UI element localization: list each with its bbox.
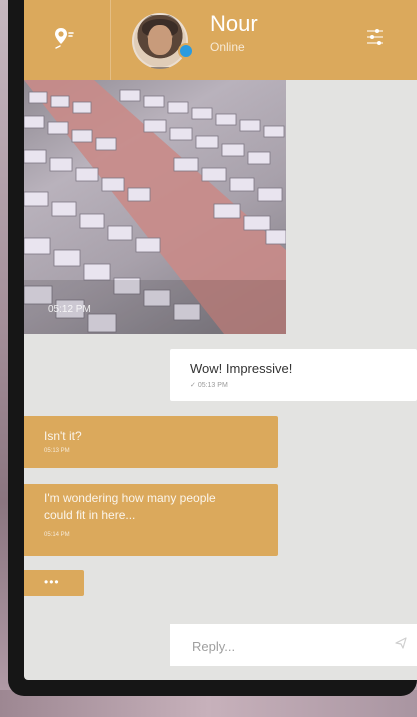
- location-button[interactable]: [42, 18, 86, 62]
- incoming-message[interactable]: I'm wondering how many people could fit …: [24, 484, 278, 556]
- send-icon: [394, 636, 408, 655]
- typing-dots: •••: [44, 575, 60, 589]
- send-button[interactable]: [392, 636, 410, 654]
- chat-header: Nour Online: [24, 0, 417, 80]
- typing-indicator: •••: [24, 570, 84, 596]
- online-status-dot: [178, 43, 194, 59]
- message-text: Isn't it?: [44, 429, 82, 443]
- outgoing-message[interactable]: Wow! Impressive! ✓ 05:13 PM: [170, 349, 417, 401]
- reply-composer: [170, 624, 417, 666]
- header-divider: [110, 0, 111, 80]
- image-message[interactable]: 05:12 PM: [24, 80, 286, 334]
- message-text: I'm wondering how many people could fit …: [44, 491, 216, 522]
- avatar[interactable]: [132, 13, 188, 69]
- contact-status: Online: [210, 40, 245, 54]
- message-time: 05:13 PM: [44, 448, 70, 454]
- message-time: 05:13 PM: [197, 382, 228, 389]
- settings-button[interactable]: [360, 24, 390, 54]
- contact-name: Nour: [210, 11, 258, 36]
- chat-screen: Nour Online 05:12 PM Wow! Impressive! ✓ …: [24, 0, 417, 680]
- message-meta: ✓ 05:13 PM: [190, 381, 228, 389]
- avatar-face: [148, 25, 172, 55]
- message-time: 05:14 PM: [44, 532, 70, 538]
- image-content: [24, 80, 286, 334]
- incoming-message[interactable]: Isn't it? 05:13 PM: [24, 416, 278, 468]
- sliders-menu-icon: [363, 25, 387, 54]
- read-check-icon: ✓: [190, 382, 198, 389]
- reply-input[interactable]: [190, 634, 374, 658]
- location-pin-icon: [50, 24, 78, 57]
- phone-frame: Nour Online 05:12 PM Wow! Impressive! ✓ …: [8, 0, 417, 696]
- message-text: Wow! Impressive!: [190, 361, 293, 376]
- image-timestamp: 05:12 PM: [48, 304, 91, 315]
